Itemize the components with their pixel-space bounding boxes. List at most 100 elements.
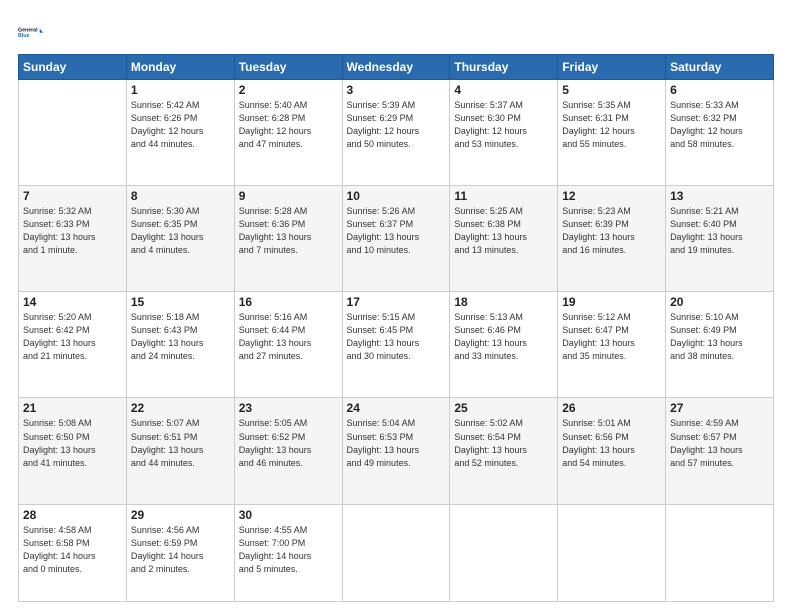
- day-number: 10: [347, 189, 446, 203]
- day-number: 27: [670, 401, 769, 415]
- cell-info: Sunrise: 4:55 AMSunset: 7:00 PMDaylight:…: [239, 524, 338, 576]
- calendar-cell: 16 Sunrise: 5:16 AMSunset: 6:44 PMDayligh…: [234, 292, 342, 398]
- day-number: 14: [23, 295, 122, 309]
- day-number: 5: [562, 83, 661, 97]
- weekday-header-cell: Tuesday: [234, 55, 342, 80]
- calendar-cell: 8Sunrise: 5:30 AMSunset: 6:35 PMDaylight…: [126, 186, 234, 292]
- cell-info: Sunrise: 5:10 AMSunset: 6:49 PMDaylight:…: [670, 311, 769, 363]
- calendar-cell: 11Sunrise: 5:25 AMSunset: 6:38 PMDayligh…: [450, 186, 558, 292]
- calendar-cell: 19 Sunrise: 5:12 AMSunset: 6:47 PMDayligh…: [558, 292, 666, 398]
- calendar-cell: 17 Sunrise: 5:15 AMSunset: 6:45 PMDayligh…: [342, 292, 450, 398]
- day-number: 12: [562, 189, 661, 203]
- cell-info: Sunrise: 5:18 AMSunset: 6:43 PMDaylight:…: [131, 311, 230, 363]
- weekday-header-cell: Friday: [558, 55, 666, 80]
- calendar-cell: 25 Sunrise: 5:02 AMSunset: 6:54 PMDayligh…: [450, 398, 558, 504]
- day-number: 23: [239, 401, 338, 415]
- day-number: 28: [23, 508, 122, 522]
- cell-info: Sunrise: 5:20 AMSunset: 6:42 PMDaylight:…: [23, 311, 122, 363]
- cell-info: Sunrise: 5:15 AMSunset: 6:45 PMDaylight:…: [347, 311, 446, 363]
- calendar-cell: [666, 504, 774, 601]
- svg-text:Blue: Blue: [18, 33, 29, 39]
- day-number: 9: [239, 189, 338, 203]
- calendar-week-row: 7 Sunrise: 5:32 AMSunset: 6:33 PMDaylight…: [19, 186, 774, 292]
- cell-info: Sunrise: 5:01 AMSunset: 6:56 PMDaylight:…: [562, 417, 661, 469]
- calendar-week-row: 28 Sunrise: 4:58 AMSunset: 6:58 PMDayligh…: [19, 504, 774, 601]
- cell-info: Sunrise: 4:56 AMSunset: 6:59 PMDaylight:…: [131, 524, 230, 576]
- calendar-cell: 4 Sunrise: 5:37 AMSunset: 6:30 PMDaylight…: [450, 80, 558, 186]
- weekday-header-cell: Thursday: [450, 55, 558, 80]
- calendar-cell: 29Sunrise: 4:56 AMSunset: 6:59 PMDayligh…: [126, 504, 234, 601]
- calendar-cell: 18 Sunrise: 5:13 AMSunset: 6:46 PMDayligh…: [450, 292, 558, 398]
- calendar-week-row: 21Sunrise: 5:08 AMSunset: 6:50 PMDayligh…: [19, 398, 774, 504]
- calendar-cell: 21Sunrise: 5:08 AMSunset: 6:50 PMDayligh…: [19, 398, 127, 504]
- cell-info: Sunrise: 5:39 AMSunset: 6:29 PMDaylight:…: [347, 99, 446, 151]
- cell-info: Sunrise: 5:04 AMSunset: 6:53 PMDaylight:…: [347, 417, 446, 469]
- day-number: 19: [562, 295, 661, 309]
- cell-info: Sunrise: 5:08 AMSunset: 6:50 PMDaylight:…: [23, 417, 122, 469]
- weekday-header-cell: Monday: [126, 55, 234, 80]
- weekday-header-cell: Wednesday: [342, 55, 450, 80]
- calendar-cell: 7 Sunrise: 5:32 AMSunset: 6:33 PMDaylight…: [19, 186, 127, 292]
- cell-info: Sunrise: 5:33 AMSunset: 6:32 PMDaylight:…: [670, 99, 769, 151]
- cell-info: Sunrise: 5:35 AMSunset: 6:31 PMDaylight:…: [562, 99, 661, 151]
- cell-info: Sunrise: 4:58 AMSunset: 6:58 PMDaylight:…: [23, 524, 122, 576]
- calendar-cell: 12 Sunrise: 5:23 AMSunset: 6:39 PMDayligh…: [558, 186, 666, 292]
- calendar-cell: 26Sunrise: 5:01 AMSunset: 6:56 PMDayligh…: [558, 398, 666, 504]
- day-number: 30: [239, 508, 338, 522]
- day-number: 3: [347, 83, 446, 97]
- calendar-cell: 20Sunrise: 5:10 AMSunset: 6:49 PMDayligh…: [666, 292, 774, 398]
- cell-info: Sunrise: 5:16 AMSunset: 6:44 PMDaylight:…: [239, 311, 338, 363]
- logo-icon: GeneralBlue: [18, 18, 46, 46]
- day-number: 7: [23, 189, 122, 203]
- calendar-cell: [342, 504, 450, 601]
- cell-info: Sunrise: 5:32 AMSunset: 6:33 PMDaylight:…: [23, 205, 122, 257]
- calendar-cell: 15 Sunrise: 5:18 AMSunset: 6:43 PMDayligh…: [126, 292, 234, 398]
- calendar-cell: 2 Sunrise: 5:40 AMSunset: 6:28 PMDaylight…: [234, 80, 342, 186]
- day-number: 18: [454, 295, 553, 309]
- day-number: 2: [239, 83, 338, 97]
- cell-info: Sunrise: 5:42 AMSunset: 6:26 PMDaylight:…: [131, 99, 230, 151]
- cell-info: Sunrise: 5:12 AMSunset: 6:47 PMDaylight:…: [562, 311, 661, 363]
- calendar-week-row: 1 Sunrise: 5:42 AMSunset: 6:26 PMDaylight…: [19, 80, 774, 186]
- day-number: 25: [454, 401, 553, 415]
- day-number: 15: [131, 295, 230, 309]
- day-number: 22: [131, 401, 230, 415]
- day-number: 11: [454, 189, 553, 203]
- calendar-cell: 28 Sunrise: 4:58 AMSunset: 6:58 PMDayligh…: [19, 504, 127, 601]
- day-number: 1: [131, 83, 230, 97]
- calendar-week-row: 14 Sunrise: 5:20 AMSunset: 6:42 PMDayligh…: [19, 292, 774, 398]
- calendar-cell: [19, 80, 127, 186]
- calendar-table: SundayMondayTuesdayWednesdayThursdayFrid…: [18, 54, 774, 602]
- day-number: 4: [454, 83, 553, 97]
- cell-info: Sunrise: 4:59 AMSunset: 6:57 PMDaylight:…: [670, 417, 769, 469]
- cell-info: Sunrise: 5:05 AMSunset: 6:52 PMDaylight:…: [239, 417, 338, 469]
- logo: GeneralBlue: [18, 18, 46, 46]
- calendar-cell: 10 Sunrise: 5:26 AMSunset: 6:37 PMDayligh…: [342, 186, 450, 292]
- calendar-cell: 27 Sunrise: 4:59 AMSunset: 6:57 PMDayligh…: [666, 398, 774, 504]
- weekday-header-cell: Saturday: [666, 55, 774, 80]
- cell-info: Sunrise: 5:21 AMSunset: 6:40 PMDaylight:…: [670, 205, 769, 257]
- cell-info: Sunrise: 5:02 AMSunset: 6:54 PMDaylight:…: [454, 417, 553, 469]
- svg-text:General: General: [18, 27, 38, 33]
- weekday-header-cell: Sunday: [19, 55, 127, 80]
- calendar-header: SundayMondayTuesdayWednesdayThursdayFrid…: [19, 55, 774, 80]
- cell-info: Sunrise: 5:37 AMSunset: 6:30 PMDaylight:…: [454, 99, 553, 151]
- cell-info: Sunrise: 5:23 AMSunset: 6:39 PMDaylight:…: [562, 205, 661, 257]
- cell-info: Sunrise: 5:13 AMSunset: 6:46 PMDaylight:…: [454, 311, 553, 363]
- calendar-cell: [558, 504, 666, 601]
- cell-info: Sunrise: 5:40 AMSunset: 6:28 PMDaylight:…: [239, 99, 338, 151]
- day-number: 6: [670, 83, 769, 97]
- cell-info: Sunrise: 5:28 AMSunset: 6:36 PMDaylight:…: [239, 205, 338, 257]
- calendar-cell: 6 Sunrise: 5:33 AMSunset: 6:32 PMDaylight…: [666, 80, 774, 186]
- cell-info: Sunrise: 5:07 AMSunset: 6:51 PMDaylight:…: [131, 417, 230, 469]
- calendar-cell: 14 Sunrise: 5:20 AMSunset: 6:42 PMDayligh…: [19, 292, 127, 398]
- calendar-cell: 13 Sunrise: 5:21 AMSunset: 6:40 PMDayligh…: [666, 186, 774, 292]
- calendar-cell: 24 Sunrise: 5:04 AMSunset: 6:53 PMDayligh…: [342, 398, 450, 504]
- day-number: 13: [670, 189, 769, 203]
- calendar-cell: 30 Sunrise: 4:55 AMSunset: 7:00 PMDayligh…: [234, 504, 342, 601]
- day-number: 17: [347, 295, 446, 309]
- calendar-cell: 23 Sunrise: 5:05 AMSunset: 6:52 PMDayligh…: [234, 398, 342, 504]
- day-number: 16: [239, 295, 338, 309]
- cell-info: Sunrise: 5:26 AMSunset: 6:37 PMDaylight:…: [347, 205, 446, 257]
- day-number: 24: [347, 401, 446, 415]
